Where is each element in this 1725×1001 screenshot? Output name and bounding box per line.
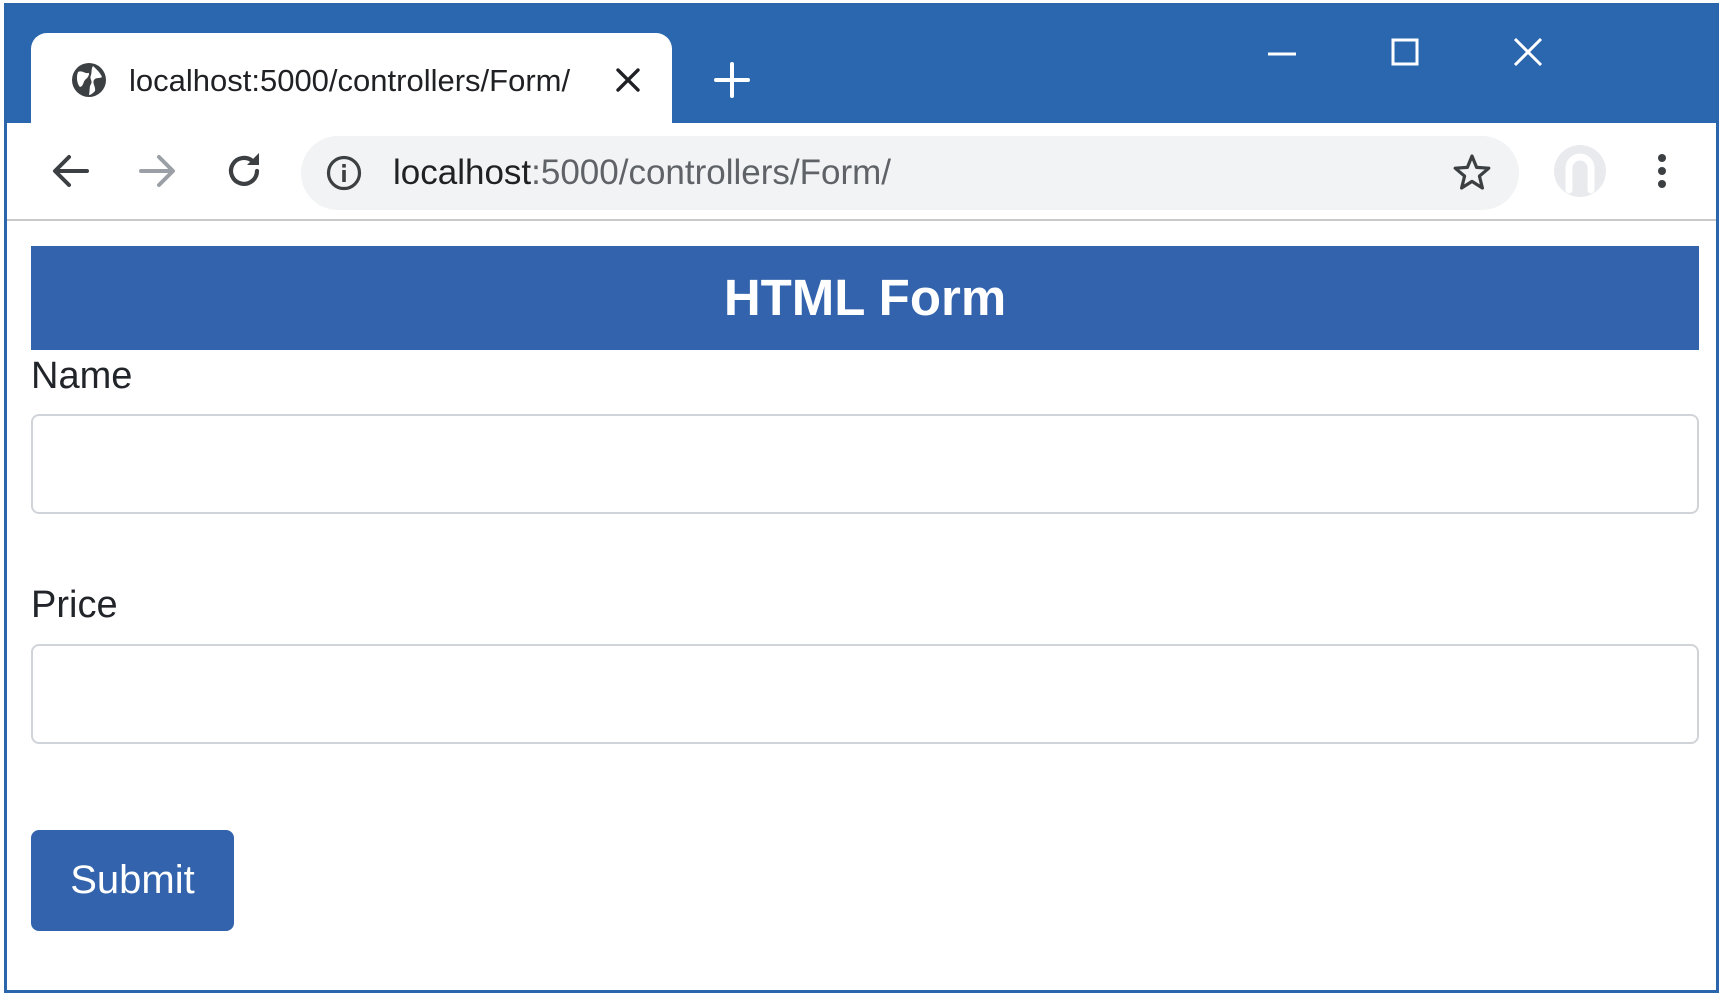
tab-close-icon[interactable] [611,63,645,97]
reload-icon[interactable] [220,147,268,195]
browser-tab[interactable]: localhost:5000/controllers/Form/ [31,33,672,123]
page-title: HTML Form [31,246,1699,350]
url-path: :5000/controllers/Form/ [531,153,892,192]
price-label: Price [31,584,118,626]
close-window-icon[interactable] [1503,28,1553,78]
url-host: localhost [393,153,532,192]
price-input[interactable] [31,644,1699,744]
name-input[interactable] [31,414,1699,514]
browser-toolbar: localhost:5000/controllers/Form/ [7,123,1716,221]
info-icon[interactable] [325,154,363,192]
name-label: Name [31,355,133,397]
browser-window: localhost:5000/controllers/Form/ localho… [4,3,1719,993]
forward-arrow-icon[interactable] [133,147,181,195]
maximize-icon[interactable] [1380,28,1430,78]
bookmark-star-icon[interactable] [1451,152,1493,194]
address-bar[interactable]: localhost:5000/controllers/Form/ [301,136,1519,210]
kebab-menu-icon[interactable] [1647,147,1677,195]
title-bar: localhost:5000/controllers/Form/ [7,6,1716,123]
profile-avatar-icon[interactable] [1552,143,1608,199]
back-arrow-icon[interactable] [47,147,95,195]
submit-button[interactable]: Submit [31,830,234,931]
page-content: HTML Form Name Price Submit [7,221,1716,990]
new-tab-plus-icon[interactable] [710,58,754,102]
tab-title: localhost:5000/controllers/Form/ [129,63,571,98]
globe-icon [69,60,109,100]
address-url[interactable]: localhost:5000/controllers/Form/ [393,151,891,195]
minimize-icon[interactable] [1257,28,1307,78]
